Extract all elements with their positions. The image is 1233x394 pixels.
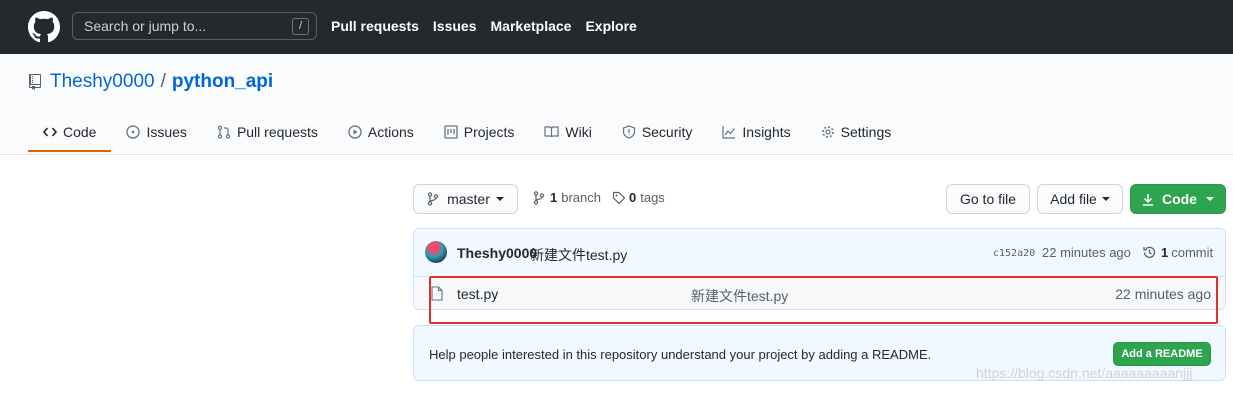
pull-request-icon bbox=[217, 125, 231, 139]
branch-icon bbox=[533, 190, 545, 205]
search-placeholder: Search or jump to... bbox=[84, 18, 207, 34]
tab-insights[interactable]: Insights bbox=[707, 120, 805, 152]
play-icon bbox=[348, 125, 362, 139]
branch-name: master bbox=[447, 191, 490, 207]
tags-link[interactable]: 0 tags bbox=[612, 190, 665, 205]
code-button-label: Code bbox=[1162, 191, 1197, 207]
tab-code-label: Code bbox=[63, 124, 97, 140]
code-icon bbox=[43, 127, 57, 137]
commit-message[interactable]: 新建文件test.py bbox=[530, 245, 627, 265]
search-shortcut-hint: / bbox=[292, 18, 309, 35]
tab-projects[interactable]: Projects bbox=[429, 120, 530, 152]
issue-icon bbox=[126, 125, 141, 139]
graph-icon bbox=[722, 126, 736, 139]
tab-issues-label: Issues bbox=[146, 124, 187, 140]
tab-issues[interactable]: Issues bbox=[111, 120, 201, 152]
gear-icon bbox=[821, 126, 834, 138]
nav-explore[interactable]: Explore bbox=[585, 18, 636, 34]
commit-sha[interactable]: c152a20 bbox=[993, 248, 1035, 259]
nav-issues[interactable]: Issues bbox=[433, 18, 477, 34]
repo-name-link[interactable]: python_api bbox=[172, 71, 273, 93]
readme-banner-text: Help people interested in this repositor… bbox=[429, 347, 932, 362]
avatar[interactable] bbox=[425, 241, 447, 263]
github-logo-icon[interactable] bbox=[28, 11, 60, 43]
branch-icon bbox=[427, 192, 439, 206]
code-download-button[interactable]: Code bbox=[1130, 184, 1226, 214]
tab-pull-requests-label: Pull requests bbox=[236, 124, 318, 140]
tab-wiki[interactable]: Wiki bbox=[529, 120, 606, 152]
commits-link[interactable]: 1 commit bbox=[1142, 245, 1213, 260]
tab-wiki-label: Wiki bbox=[565, 124, 592, 140]
tag-icon bbox=[612, 191, 626, 204]
tab-actions[interactable]: Actions bbox=[333, 120, 429, 152]
commit-count-word: commit bbox=[1171, 245, 1214, 260]
chevron-down-icon bbox=[1206, 197, 1214, 201]
commit-author[interactable]: Theshy0000 bbox=[457, 245, 537, 261]
project-icon bbox=[444, 125, 458, 139]
commit-time: 22 minutes ago bbox=[1042, 245, 1131, 260]
nav-marketplace[interactable]: Marketplace bbox=[491, 18, 572, 34]
repo-separator: / bbox=[160, 71, 166, 92]
branch-word: branch bbox=[561, 190, 601, 205]
tab-actions-label: Actions bbox=[367, 124, 414, 140]
tab-security-label: Security bbox=[641, 124, 693, 140]
tab-code[interactable]: Code bbox=[28, 120, 112, 152]
top-nav: Pull requests Issues Marketplace Explore bbox=[331, 18, 637, 34]
repo-owner-link[interactable]: Theshy0000 bbox=[50, 71, 155, 93]
global-header: Search or jump to... / Pull requests Iss… bbox=[0, 0, 1233, 54]
branch-count: 1 bbox=[550, 190, 558, 205]
branches-link[interactable]: 1 branch bbox=[533, 190, 601, 205]
tab-insights-label: Insights bbox=[742, 124, 791, 140]
shield-icon bbox=[622, 125, 635, 139]
latest-commit-bar: Theshy0000 新建文件test.py c152a20 22 minute… bbox=[414, 229, 1225, 277]
red-highlight-box bbox=[429, 276, 1218, 324]
commit-count: 1 bbox=[1161, 245, 1169, 260]
repo-header: Theshy0000 / python_api Code Issues Pull… bbox=[0, 54, 1233, 155]
search-input[interactable]: Search or jump to... / bbox=[72, 12, 317, 40]
book-icon bbox=[544, 126, 559, 138]
tab-settings[interactable]: Settings bbox=[806, 120, 907, 152]
chevron-down-icon bbox=[1101, 197, 1110, 201]
tab-pull-requests[interactable]: Pull requests bbox=[202, 120, 333, 152]
history-icon bbox=[1143, 246, 1156, 258]
branch-select-button[interactable]: master bbox=[413, 184, 518, 214]
add-file-label: Add file bbox=[1050, 191, 1097, 207]
repo-title: Theshy0000 / python_api bbox=[28, 71, 273, 93]
go-to-file-button[interactable]: Go to file bbox=[946, 184, 1030, 214]
watermark: https://blog.csdn.net/aaaaaaaaanjjj bbox=[976, 365, 1193, 381]
chevron-down-icon bbox=[495, 197, 504, 201]
download-icon bbox=[1143, 193, 1153, 206]
repo-tabs: Code Issues Pull requests Actions Projec… bbox=[28, 120, 906, 152]
nav-pull-requests[interactable]: Pull requests bbox=[331, 18, 419, 34]
tag-count: 0 bbox=[629, 190, 637, 205]
tab-projects-label: Projects bbox=[463, 124, 515, 140]
tag-word: tags bbox=[640, 190, 665, 205]
tab-security[interactable]: Security bbox=[607, 120, 708, 152]
add-file-button[interactable]: Add file bbox=[1037, 184, 1123, 214]
add-readme-button[interactable]: Add a README bbox=[1113, 342, 1211, 366]
tab-settings-label: Settings bbox=[840, 124, 892, 140]
repo-icon bbox=[29, 74, 41, 90]
